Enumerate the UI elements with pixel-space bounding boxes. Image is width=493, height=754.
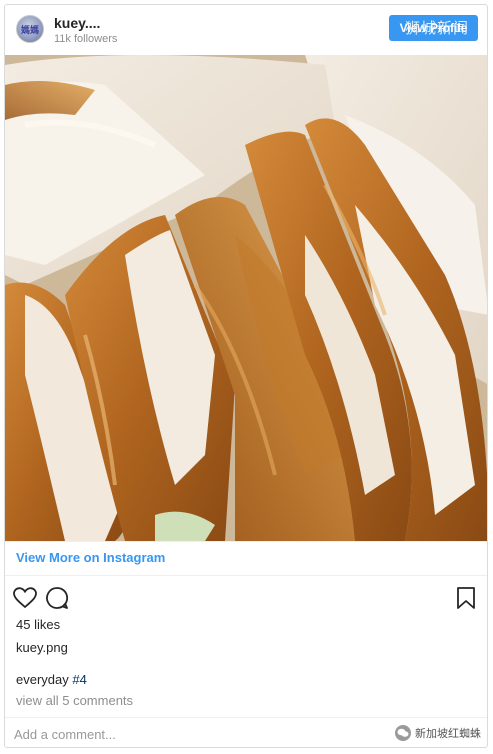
comment-area: [5, 717, 487, 747]
divider: [5, 575, 487, 576]
caption-text: everyday: [16, 672, 73, 687]
username[interactable]: kuey....: [54, 15, 117, 31]
chicken-photo-illustration: [5, 55, 487, 541]
instagram-embed-card: 媽媽 kuey.... 11k followers View Profile 狮…: [4, 4, 488, 748]
heart-icon[interactable]: [12, 585, 38, 611]
view-more-link[interactable]: View More on Instagram: [16, 550, 165, 565]
post-photo[interactable]: [5, 55, 487, 541]
like-count[interactable]: 45 likes: [16, 617, 60, 632]
comment-icon[interactable]: [44, 585, 70, 611]
post-header: 媽媽 kuey.... 11k followers View Profile 狮…: [5, 5, 487, 55]
comment-input[interactable]: [14, 724, 384, 744]
follower-count: 11k followers: [54, 33, 118, 45]
divider: [5, 541, 487, 542]
caption-hashtag[interactable]: #4: [72, 672, 86, 687]
avatar-text: 媽媽: [20, 24, 39, 35]
post-caption: everyday #4: [16, 672, 87, 687]
view-profile-button[interactable]: View Profile: [389, 15, 478, 41]
avatar[interactable]: 媽媽: [16, 15, 44, 43]
action-bar: [5, 583, 487, 615]
user-info: kuey.... 11k followers: [54, 15, 117, 46]
view-comments-link[interactable]: view all 5 comments: [16, 693, 133, 708]
post-filename: kuey.png: [16, 640, 68, 655]
bookmark-icon[interactable]: [453, 585, 479, 611]
